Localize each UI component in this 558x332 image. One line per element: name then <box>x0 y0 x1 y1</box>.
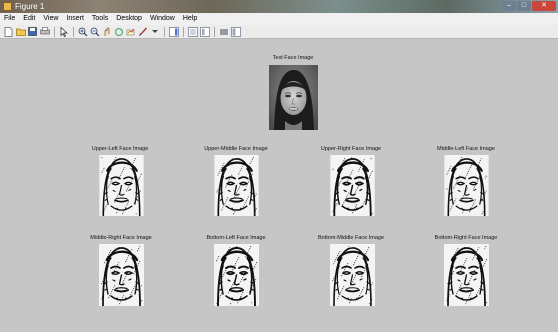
menu-desktop[interactable]: Desktop <box>112 13 146 25</box>
data-cursor-icon[interactable] <box>125 26 136 37</box>
menu-edit[interactable]: Edit <box>19 13 39 25</box>
middle-left-face-image <box>444 155 489 216</box>
rotate-3d-icon[interactable] <box>113 26 124 37</box>
menu-tools[interactable]: Tools <box>88 13 112 25</box>
zoom-out-icon[interactable] <box>89 26 100 37</box>
insert-colorbar-icon[interactable] <box>168 26 179 37</box>
close-button[interactable]: ✕ <box>532 1 556 11</box>
upper-left-face-image <box>99 155 144 216</box>
window-controls: – □ ✕ <box>502 1 556 11</box>
hide-plot-tools-icon[interactable] <box>199 26 210 37</box>
matlab-figure-icon <box>3 2 12 11</box>
menu-bar: File Edit View Insert Tools Desktop Wind… <box>0 13 558 25</box>
face-title: Bottom-Middle Face Image <box>317 235 385 241</box>
face-title: Bottom-Right Face Image <box>434 235 498 241</box>
face-title: Middle-Left Face Image <box>437 146 495 152</box>
face-title: Upper-Middle Face Image <box>204 146 268 152</box>
toolbar-separator <box>183 26 184 37</box>
face-title: Upper-Left Face Image <box>91 146 149 152</box>
test-face-image <box>269 65 318 130</box>
toolbar-separator <box>214 26 215 37</box>
link-plot-icon[interactable] <box>149 26 160 37</box>
bottom-left-face-image <box>214 244 259 306</box>
brush-icon[interactable] <box>137 26 148 37</box>
save-icon[interactable] <box>27 26 38 37</box>
middle-right-face-image <box>99 244 144 306</box>
face-title: Upper-Right Face Image <box>320 146 382 152</box>
face-title: Middle-Right Face Image <box>90 235 152 241</box>
toolbar-separator <box>164 26 165 37</box>
face-title: Bottom-Left Face Image <box>206 235 266 241</box>
insert-legend-icon[interactable] <box>187 26 198 37</box>
minimize-button[interactable]: – <box>502 1 516 11</box>
show-plot-tools-icon[interactable] <box>218 26 229 37</box>
toolbar-separator <box>73 26 74 37</box>
upper-right-face-image <box>330 155 375 216</box>
menu-file[interactable]: File <box>0 13 19 25</box>
pan-icon[interactable] <box>101 26 112 37</box>
pointer-icon[interactable] <box>58 26 69 37</box>
figure-toolbar <box>0 25 558 39</box>
toolbar-separator <box>54 26 55 37</box>
menu-view[interactable]: View <box>39 13 62 25</box>
menu-insert[interactable]: Insert <box>62 13 88 25</box>
maximize-button[interactable]: □ <box>517 1 531 11</box>
bottom-right-face-image <box>444 244 489 306</box>
test-face-title: Test Face Image <box>272 55 314 61</box>
window-titlebar: Figure 1 – □ ✕ <box>0 0 558 13</box>
plot-tools-dock-icon[interactable] <box>230 26 241 37</box>
bottom-middle-face-image <box>330 244 375 306</box>
print-icon[interactable] <box>39 26 50 37</box>
open-folder-icon[interactable] <box>15 26 26 37</box>
upper-middle-face-image <box>214 155 259 216</box>
menu-window[interactable]: Window <box>146 13 179 25</box>
menu-help[interactable]: Help <box>179 13 201 25</box>
window-title: Figure 1 <box>15 2 45 11</box>
zoom-in-icon[interactable] <box>77 26 88 37</box>
new-file-icon[interactable] <box>3 26 14 37</box>
